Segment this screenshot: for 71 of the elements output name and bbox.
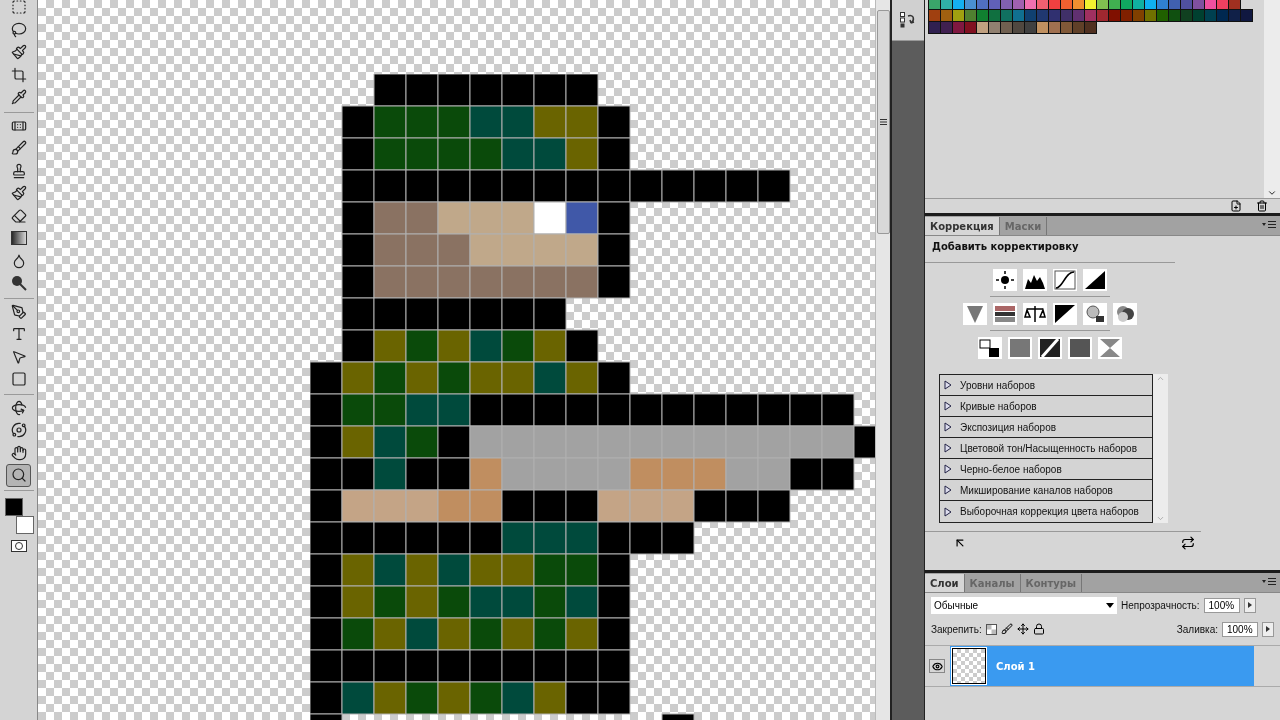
eraser-icon — [10, 207, 27, 224]
panel-tab[interactable]: Слои — [925, 574, 965, 592]
brush-icon[interactable] — [1000, 623, 1013, 635]
lock-transparency-icon[interactable] — [985, 623, 997, 635]
slash-icon[interactable] — [1038, 337, 1062, 359]
history-button[interactable] — [892, 0, 924, 41]
exposure-icon[interactable] — [1083, 269, 1107, 291]
color-swatch[interactable] — [1228, 0, 1241, 10]
sun-icon[interactable] — [993, 269, 1017, 291]
trash-icon[interactable] — [1256, 200, 1268, 212]
hand-icon — [10, 444, 27, 461]
brush-icon — [10, 185, 27, 202]
grip-icon — [879, 119, 887, 125]
pen-icon — [10, 303, 27, 320]
scrollbar[interactable] — [875, 0, 890, 720]
eyedropper-icon — [10, 89, 27, 106]
lasso-icon — [10, 21, 27, 38]
brush-icon — [10, 140, 27, 157]
color-swatch[interactable] — [1240, 9, 1253, 22]
scroll-down-icon — [1156, 514, 1165, 523]
move-icon[interactable] — [1016, 623, 1029, 635]
scales-icon[interactable] — [1023, 303, 1047, 325]
layers-icon[interactable] — [978, 337, 1002, 359]
scrollbar[interactable] — [1264, 0, 1280, 198]
scroll-down-icon — [1267, 188, 1277, 198]
type-icon — [10, 326, 27, 343]
tool-button[interactable] — [6, 464, 31, 487]
quick-mask-icon — [10, 539, 27, 552]
background-color-swatch[interactable] — [15, 515, 34, 534]
zoom-icon — [10, 467, 27, 484]
color-swatch[interactable] — [1084, 21, 1097, 34]
blend-mode-dropdown[interactable]: Обычные — [931, 596, 1117, 614]
scrollbar-thumb[interactable] — [876, 10, 890, 234]
crop-icon — [10, 66, 27, 83]
panel-heading: Добавить корректировку — [925, 236, 1175, 263]
stepper-button[interactable] — [1262, 621, 1274, 637]
marquee-icon — [10, 0, 27, 16]
triangle-icon — [1266, 626, 1270, 632]
dodge-icon — [10, 275, 27, 292]
magnifier-icon[interactable] — [1083, 303, 1107, 325]
foreground-color-swatch[interactable] — [4, 497, 23, 516]
opacity-label: Непрозрачность: — [1121, 599, 1200, 611]
caret-icon — [1106, 602, 1114, 608]
fill-field[interactable]: 100% — [1222, 621, 1258, 637]
history-icon — [899, 11, 917, 29]
new-swatch-icon[interactable] — [1230, 200, 1242, 212]
fill-label: Заливка: — [1176, 623, 1218, 635]
layer-thumbnail — [952, 648, 986, 684]
visibility-toggle[interactable] — [929, 659, 945, 673]
orbit-icon — [10, 422, 27, 439]
scrollbar[interactable] — [1153, 374, 1168, 523]
rotate-3d-icon — [10, 399, 27, 416]
scroll-up-icon — [1156, 374, 1165, 383]
bars-icon[interactable] — [993, 303, 1017, 325]
stepper-button[interactable] — [1243, 597, 1256, 613]
panel-tab[interactable]: Коррекция — [925, 217, 1000, 235]
circles-icon[interactable] — [1113, 303, 1137, 325]
hourglass-icon[interactable] — [1098, 337, 1122, 359]
histogram-icon[interactable] — [1023, 269, 1047, 291]
opacity-field[interactable]: 100% — [1203, 597, 1240, 613]
panel-menu-icon[interactable] — [1262, 219, 1276, 231]
lock-icon[interactable] — [1032, 623, 1045, 635]
rectangle-icon — [10, 371, 27, 388]
curve-icon[interactable] — [1053, 269, 1077, 291]
triangle-icon — [1247, 602, 1252, 608]
pointer-icon — [10, 348, 27, 365]
stamp-icon — [10, 162, 27, 179]
loop-icon[interactable] — [1181, 536, 1195, 550]
lock-label: Закрепить: — [931, 623, 982, 635]
diagonal-icon[interactable] — [1053, 303, 1077, 325]
panel-menu-icon[interactable] — [1262, 576, 1276, 588]
